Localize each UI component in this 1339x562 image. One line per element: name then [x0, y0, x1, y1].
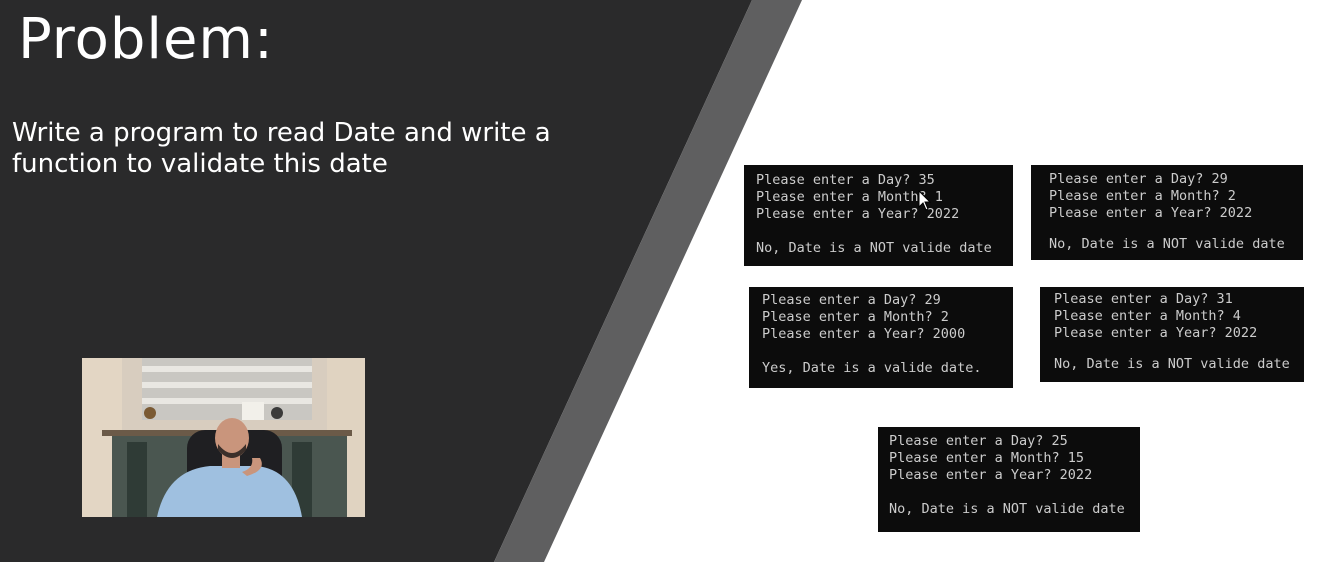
- problem-description: Write a program to read Date and write a…: [12, 118, 551, 179]
- console-line: Please enter a Year? 2022: [1049, 205, 1253, 221]
- console-line: Please enter a Month? 4: [1054, 308, 1241, 324]
- console-output-4: Please enter a Day? 31 Please enter a Mo…: [1040, 287, 1304, 382]
- console-result: Yes, Date is a valide date.: [762, 360, 982, 376]
- console-line: Please enter a Month? 1: [756, 189, 943, 205]
- console-output-3: Please enter a Day? 29 Please enter a Mo…: [749, 287, 1013, 388]
- console-line: Please enter a Day? 29: [762, 292, 941, 308]
- console-line: Please enter a Year? 2022: [756, 206, 960, 222]
- console-line: Please enter a Year? 2022: [1054, 325, 1258, 341]
- console-output-5: Please enter a Day? 25 Please enter a Mo…: [878, 427, 1140, 532]
- console-line: Please enter a Month? 15: [889, 450, 1085, 466]
- console-line: Please enter a Year? 2000: [762, 326, 966, 342]
- console-result: No, Date is a NOT valide date: [1054, 356, 1290, 372]
- console-line: Please enter a Day? 31: [1054, 291, 1233, 307]
- console-result: No, Date is a NOT valide date: [1049, 236, 1285, 252]
- console-output-2: Please enter a Day? 29 Please enter a Mo…: [1031, 165, 1303, 260]
- mouse-pointer-icon: [918, 190, 932, 211]
- console-line: Please enter a Month? 2: [1049, 188, 1236, 204]
- console-line: Please enter a Month? 2: [762, 309, 949, 325]
- console-line: Please enter a Day? 35: [756, 172, 935, 188]
- console-output-1: Please enter a Day? 35 Please enter a Mo…: [744, 165, 1013, 266]
- console-line: Please enter a Year? 2022: [889, 467, 1093, 483]
- console-result: No, Date is a NOT valide date: [756, 240, 992, 256]
- presenter-video[interactable]: [82, 358, 365, 517]
- slide-title: Problem:: [18, 7, 274, 72]
- console-result: No, Date is a NOT valide date: [889, 501, 1125, 517]
- console-line: Please enter a Day? 29: [1049, 171, 1228, 187]
- console-line: Please enter a Day? 25: [889, 433, 1068, 449]
